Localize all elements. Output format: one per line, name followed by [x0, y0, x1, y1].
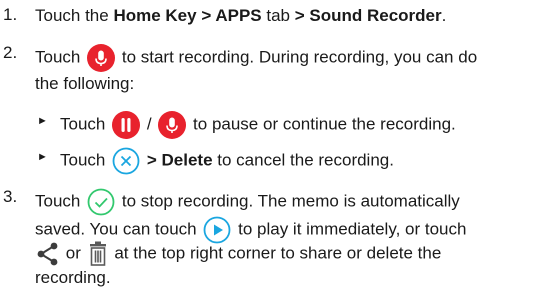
step-2-line-1: Touch to start recording. During recordi… — [35, 43, 477, 73]
sub-2-pre: Touch — [60, 150, 106, 170]
step-2-post: to start recording. During recording, yo… — [121, 47, 478, 67]
step-1-number: 1. — [3, 5, 18, 24]
step-3-line-3: or at the top right corner to share or d… — [35, 241, 441, 267]
step-3-number: 3. — [3, 187, 18, 206]
stop-check-icon — [86, 187, 116, 217]
cancel-icon — [111, 146, 141, 176]
sub-1-bullet: ► — [37, 115, 48, 127]
step-1-c: tab — [261, 6, 295, 25]
step-1-e: . — [441, 6, 447, 25]
step-3-line-1: Touch to stop recording. The memo is aut… — [35, 187, 460, 217]
record-icon — [86, 43, 116, 73]
step-3-l3-post: at the top right corner to share or dele… — [114, 243, 442, 263]
step-2-pre: Touch — [35, 47, 81, 67]
step-3-l2-pre: saved. You can touch — [35, 219, 197, 239]
step-1-text: Touch the Home Key > APPS tab > Sound Re… — [35, 5, 446, 27]
share-icon — [36, 241, 60, 267]
step-3-line-4: recording. — [35, 268, 111, 287]
sub-1-text: Touch / to pause or continue the recordi… — [60, 110, 456, 140]
step-1-home-apps: Home Key > APPS — [113, 6, 262, 25]
sub-2-text: Touch > Delete to cancel the recording. — [60, 146, 394, 176]
pause-icon — [111, 110, 141, 140]
sub-2-bullet: ► — [37, 151, 48, 163]
sub-2-post: to cancel the recording. — [212, 150, 394, 170]
step-1-a: Touch the — [35, 6, 114, 25]
step-3-pre: Touch — [35, 191, 81, 211]
sub-1-slash: / — [146, 114, 152, 134]
record-icon — [157, 110, 187, 140]
step-2-line-2: the following: — [35, 74, 135, 93]
step-2-number: 2. — [3, 43, 18, 62]
step-3-l2-post: to play it immediately, or touch — [238, 219, 467, 239]
sub-1-post: to pause or continue the recording. — [193, 114, 456, 134]
sub-2-delete: > Delete — [146, 150, 213, 170]
step-3-or: or — [65, 243, 81, 263]
step-3-post: to stop recording. The memo is automatic… — [121, 191, 460, 211]
sub-1-pre: Touch — [60, 114, 106, 134]
step-1-sound-recorder: > Sound Recorder — [294, 6, 442, 25]
delete-trash-icon — [87, 241, 109, 267]
